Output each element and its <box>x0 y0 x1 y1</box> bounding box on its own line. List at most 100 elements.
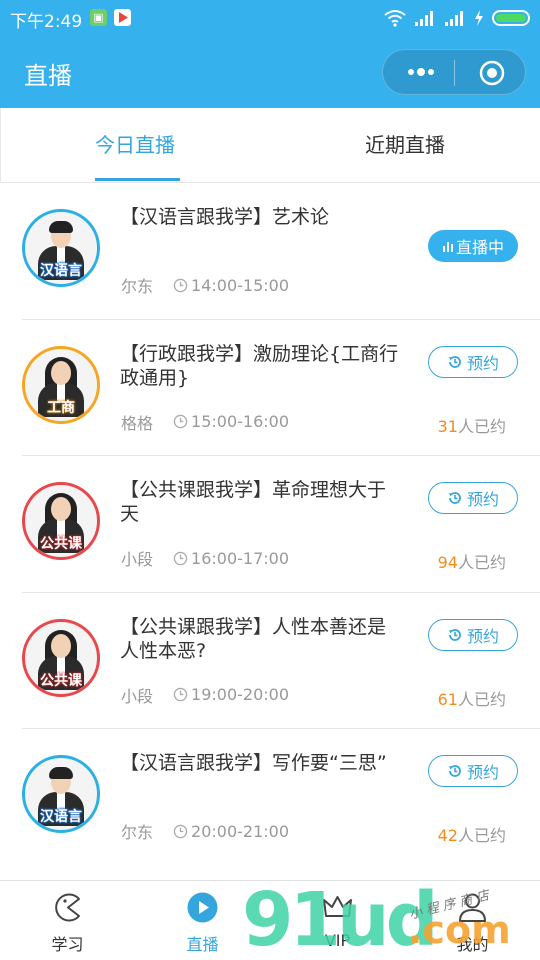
history-clock-icon <box>448 765 461 777</box>
session-meta: 小段 16:00-17:00 <box>121 546 289 570</box>
play-store-icon <box>114 9 131 26</box>
booked-suffix: 人已约 <box>457 553 506 572</box>
nav-study[interactable]: 学习 <box>0 881 135 960</box>
nav-label: 我的 <box>456 935 489 954</box>
teacher-name: 尔东 <box>121 277 154 296</box>
teacher-name: 小段 <box>121 550 154 569</box>
history-clock-icon <box>448 492 461 504</box>
history-clock-icon <box>448 355 461 368</box>
bottom-nav: 学习 直播 VIP 我的 <box>0 880 540 960</box>
avatar-tag: 公共课 <box>40 536 82 552</box>
status-icons <box>384 8 530 28</box>
live-now-button[interactable]: 直播中 <box>428 230 518 262</box>
avatar-tag: 工商 <box>47 399 75 416</box>
list-item[interactable]: 汉语言 【汉语言跟我学】艺术论 尔东 14:00-15:00 直播中 <box>0 183 540 320</box>
booked-number: 31 <box>437 416 458 436</box>
clock-icon <box>173 414 188 429</box>
nav-live[interactable]: 直播 <box>135 881 270 960</box>
session-meta: 小段 19:00-20:00 <box>121 683 289 707</box>
clock-icon <box>173 551 188 565</box>
signal-icon-2 <box>445 11 463 26</box>
sim-card-icon: ▣ <box>90 9 107 26</box>
reserve-button[interactable]: 预约 <box>428 482 518 514</box>
session-meta: 格格 15:00-16:00 <box>121 410 289 434</box>
play-circle-icon <box>187 892 218 923</box>
reserve-label: 预约 <box>466 353 499 373</box>
booked-number: 61 <box>437 689 458 709</box>
avatar: 公共课 <box>22 618 100 697</box>
avatar-tag: 汉语言 <box>40 263 82 279</box>
status-time: 下午2:49 <box>10 12 83 32</box>
session-title: 【公共课跟我学】人性本善还是人性本恶? <box>120 615 387 662</box>
target-circle-icon[interactable] <box>479 60 505 86</box>
tab-recent-live[interactable]: 近期直播 <box>270 108 540 183</box>
nav-mine[interactable]: 我的 <box>405 881 540 960</box>
session-title: 【公共课跟我学】革命理想大于天 <box>120 479 387 525</box>
booked-number: 42 <box>437 826 458 845</box>
booked-count: 61人已约 <box>438 686 506 710</box>
booked-suffix: 人已约 <box>457 826 506 845</box>
charging-icon <box>475 10 483 26</box>
session-time: 19:00-20:00 <box>191 685 290 704</box>
user-icon <box>458 893 487 922</box>
session-time: 16:00-17:00 <box>191 548 290 568</box>
reserve-button[interactable]: 预约 <box>428 755 518 787</box>
booked-count: 31人已约 <box>438 413 506 437</box>
session-meta: 尔东 14:00-15:00 <box>121 273 289 297</box>
session-time: 14:00-15:00 <box>191 275 290 295</box>
session-title: 【行政跟我学】激励理论{工商行政通用} <box>120 342 399 389</box>
clock-icon <box>173 278 188 292</box>
page-title: 直播 <box>24 62 72 90</box>
reserve-button[interactable]: 预约 <box>428 345 518 378</box>
session-meta: 尔东 20:00-21:00 <box>121 819 289 843</box>
capsule-divider <box>454 60 455 86</box>
avatar-tag: 汉语言 <box>40 809 82 825</box>
battery-icon <box>492 10 530 26</box>
history-clock-icon <box>448 628 461 641</box>
nav-label: 直播 <box>186 935 219 954</box>
live-session-list: 汉语言 【汉语言跟我学】艺术论 尔东 14:00-15:00 直播中 工商 【行… <box>0 183 540 866</box>
teacher-name: 格格 <box>121 413 154 433</box>
live-bars-icon <box>442 242 453 252</box>
session-time: 15:00-16:00 <box>191 412 290 431</box>
tab-today-live[interactable]: 今日直播 <box>0 108 270 183</box>
booked-suffix: 人已约 <box>457 689 506 709</box>
signal-icon <box>415 11 433 26</box>
nav-label: VIP <box>324 931 351 950</box>
live-now-label: 直播中 <box>455 238 504 257</box>
reserve-label: 预约 <box>466 490 499 509</box>
pacman-icon <box>55 893 80 922</box>
top-bar: 下午2:49 ▣ 直播 <box>0 0 540 108</box>
avatar: 汉语言 <box>22 209 100 287</box>
mini-program-capsule <box>382 49 526 95</box>
active-tab-indicator <box>95 178 180 181</box>
reserve-button[interactable]: 预约 <box>428 618 518 651</box>
booked-count: 42人已约 <box>438 822 506 846</box>
nav-label: 学习 <box>51 935 84 954</box>
clock-icon <box>173 687 188 702</box>
teacher-name: 小段 <box>121 686 154 706</box>
session-time: 20:00-21:00 <box>191 821 290 841</box>
avatar: 汉语言 <box>22 755 100 833</box>
booked-number: 94 <box>437 553 458 572</box>
more-dots-icon[interactable] <box>403 62 439 82</box>
crown-icon <box>323 896 352 917</box>
clock-icon <box>173 824 188 838</box>
list-item[interactable]: 公共课 【公共课跟我学】革命理想大于天 小段 16:00-17:00 预约 94… <box>0 456 540 593</box>
tab-bar: 今日直播 近期直播 <box>0 108 540 183</box>
list-item[interactable]: 公共课 【公共课跟我学】人性本善还是人性本恶? 小段 19:00-20:00 预… <box>0 593 540 729</box>
session-title: 【汉语言跟我学】艺术论 <box>120 206 330 228</box>
status-bar: 下午2:49 ▣ <box>0 0 540 36</box>
wifi-icon <box>384 10 406 27</box>
reserve-label: 预约 <box>466 763 499 782</box>
nav-vip[interactable]: VIP <box>270 881 405 960</box>
list-item[interactable]: 工商 【行政跟我学】激励理论{工商行政通用} 格格 15:00-16:00 预约… <box>0 320 540 456</box>
session-title: 【汉语言跟我学】写作要“三思” <box>120 752 387 774</box>
avatar: 工商 <box>22 345 100 424</box>
avatar-tag: 公共课 <box>40 672 82 689</box>
avatar: 公共课 <box>22 482 100 560</box>
teacher-name: 尔东 <box>121 823 154 842</box>
booked-suffix: 人已约 <box>457 416 506 436</box>
reserve-label: 预约 <box>466 626 499 646</box>
list-item[interactable]: 汉语言 【汉语言跟我学】写作要“三思” 尔东 20:00-21:00 预约 42… <box>0 729 540 866</box>
